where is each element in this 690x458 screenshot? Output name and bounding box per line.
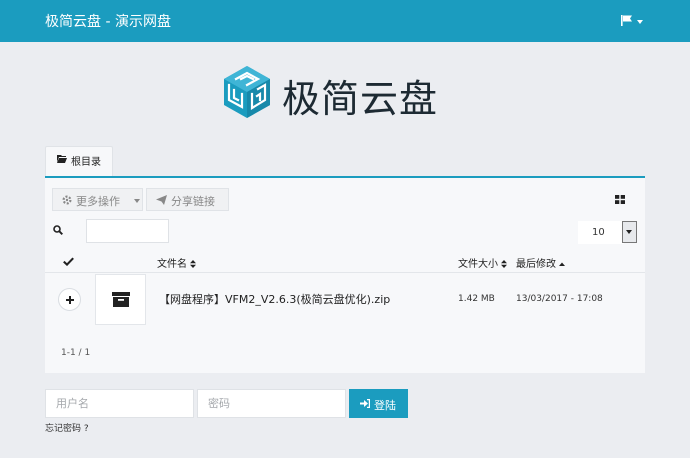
sort-icon xyxy=(190,260,196,268)
column-header-size[interactable]: 文件大小 xyxy=(458,255,507,270)
tab-root-directory[interactable]: 根目录 xyxy=(45,146,113,177)
brand-logo: 极简云盘 xyxy=(222,62,467,124)
login-label: 登陆 xyxy=(374,400,396,412)
paper-plane-icon xyxy=(156,195,167,205)
search-icon xyxy=(53,225,63,235)
file-name-link[interactable]: 【网盘程序】VFM2_V2.6.3(极简云盘优化).zip xyxy=(159,291,390,307)
username-field[interactable] xyxy=(45,389,194,418)
sign-in-icon xyxy=(360,399,370,408)
column-header-name[interactable]: 文件名 xyxy=(157,255,196,270)
grid-view-icon[interactable] xyxy=(615,195,625,204)
folder-open-icon xyxy=(57,155,67,163)
flag-icon[interactable] xyxy=(621,15,633,26)
file-browser-panel: 更多操作 分享链接 10 文件名 文件大小 最后修改 【网盘程序】VFM2_V2… xyxy=(45,176,645,373)
table-row[interactable]: 【网盘程序】VFM2_V2.6.3(极简云盘优化).zip 1.42 MB 13… xyxy=(45,274,645,330)
expand-row-button[interactable] xyxy=(58,288,81,311)
share-link-label: 分享链接 xyxy=(171,195,215,208)
password-field[interactable] xyxy=(197,389,346,418)
sort-icon xyxy=(501,260,507,268)
pagination-info: 1-1 / 1 xyxy=(61,348,91,358)
per-page-value: 10 xyxy=(592,227,605,238)
brand-name: 极简云盘 xyxy=(282,77,439,121)
language-dropdown-caret[interactable] xyxy=(637,20,643,24)
sort-up-icon xyxy=(559,262,565,266)
forgot-password-link[interactable]: 忘记密码 ? xyxy=(45,421,89,434)
per-page-dropdown-button[interactable] xyxy=(622,221,637,243)
top-navbar: 极简云盘 - 演示网盘 xyxy=(0,0,690,42)
cube-maze-logo xyxy=(224,66,270,118)
table-header: 文件名 文件大小 最后修改 xyxy=(45,251,645,273)
column-header-modified[interactable]: 最后修改 xyxy=(516,255,565,270)
check-all-icon[interactable] xyxy=(63,257,74,266)
search-input[interactable] xyxy=(86,219,169,243)
chevron-down-icon xyxy=(134,199,140,203)
more-actions-button[interactable]: 更多操作 xyxy=(52,188,143,211)
file-modified-date: 13/03/2017 - 17:08 xyxy=(516,294,603,304)
site-title[interactable]: 极简云盘 - 演示网盘 xyxy=(45,11,171,31)
file-thumbnail[interactable] xyxy=(95,274,146,325)
share-link-button[interactable]: 分享链接 xyxy=(146,188,229,211)
tab-label: 根目录 xyxy=(71,157,101,168)
per-page-select[interactable]: 10 xyxy=(578,221,624,244)
archive-icon xyxy=(112,292,130,307)
gear-icon xyxy=(62,195,72,205)
more-actions-label: 更多操作 xyxy=(76,195,120,208)
login-button[interactable]: 登陆 xyxy=(349,389,408,418)
file-size: 1.42 MB xyxy=(458,294,495,304)
